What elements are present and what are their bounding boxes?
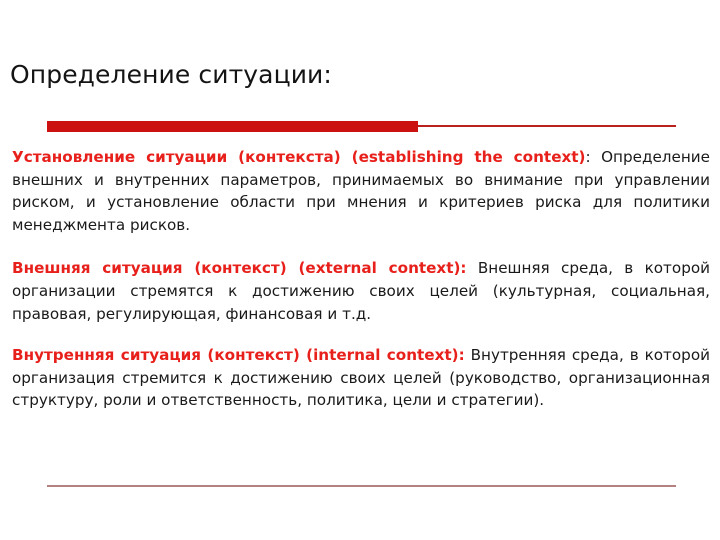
term-internal-context: Внутренняя ситуация (контекст) (internal… (12, 346, 465, 365)
slide-canvas: Определение ситуации: Установление ситуа… (0, 0, 720, 540)
term-external-context: Внешняя ситуация (контекст) (external co… (12, 259, 467, 278)
page-title: Определение ситуации: (10, 59, 332, 89)
bottom-divider-rule (47, 485, 676, 488)
term-establishing-context: Установление ситуации (контекста) (estab… (12, 148, 586, 166)
top-divider-rule (47, 121, 676, 132)
body-content: Установление ситуации (контекста) (estab… (12, 146, 710, 412)
definition-paragraph-establishing-context: Установление ситуации (контекста) (estab… (12, 146, 710, 236)
definition-paragraph-internal-context: Внутренняя ситуация (контекст) (internal… (12, 344, 710, 412)
top-divider-accent-bar (47, 121, 418, 132)
definition-paragraph-external-context: Внешняя ситуация (контекст) (external co… (12, 257, 710, 325)
